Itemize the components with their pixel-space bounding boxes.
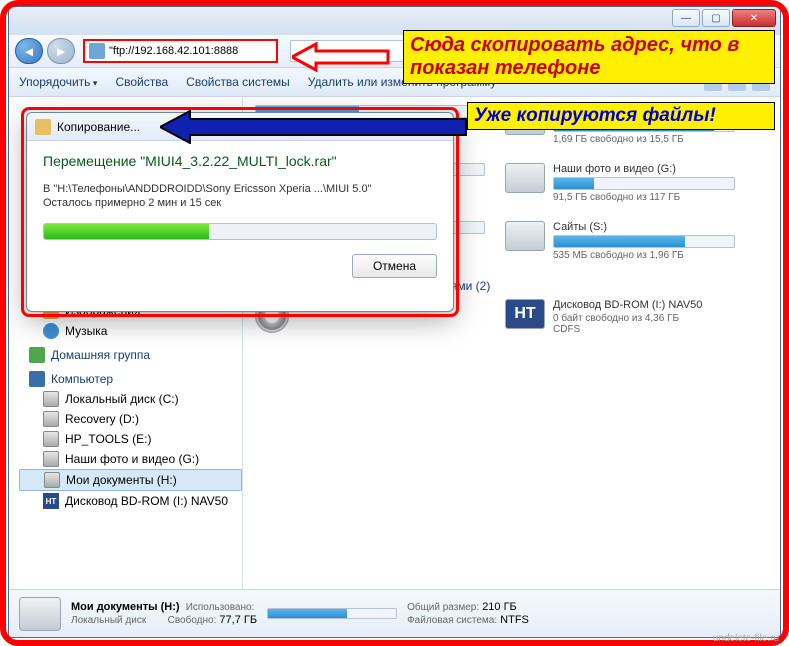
status-name: Мои документы (H:) xyxy=(71,601,180,613)
cancel-button[interactable]: Отмена xyxy=(352,254,437,278)
music-icon xyxy=(43,323,59,339)
properties-button[interactable]: Свойства xyxy=(115,75,168,89)
sidebar-item-label: Музыка xyxy=(65,324,107,338)
watermark: undelete-file.ru xyxy=(713,633,779,644)
status-type: Локальный диск xyxy=(71,615,146,626)
status-usage-bar xyxy=(267,608,397,619)
sidebar-item-homegroup[interactable]: Домашняя группа xyxy=(19,345,242,365)
homegroup-icon xyxy=(29,347,45,363)
drive-photos[interactable]: Наши фото и видео (G:) 91,5 ГБ свободно … xyxy=(505,163,735,203)
copy-time: Осталось примерно 2 мин и 15 сек xyxy=(43,197,437,209)
close-button[interactable]: ✕ xyxy=(732,9,776,27)
drive-fs: CDFS xyxy=(553,324,735,335)
sidebar-item-local-c[interactable]: Локальный диск (C:) xyxy=(19,389,242,409)
drive-label: Наши фото и видео (G:) xyxy=(553,163,735,175)
annotation-copying: Уже копируются файлы! xyxy=(467,102,775,130)
bd-icon: HT xyxy=(505,299,545,329)
copy-heading: Перемещение "MIUI4_3.2.22_MULTI_lock.rar… xyxy=(43,153,437,169)
drive-bd[interactable]: HT Дисковод BD-ROM (I:) NAV50 0 байт сво… xyxy=(505,299,735,335)
sidebar-item-label: Мои документы (H:) xyxy=(66,473,177,487)
drive-label: Сайты (S:) xyxy=(553,221,735,233)
status-bar: Мои документы (H:) Использовано: Локальн… xyxy=(9,589,780,637)
sidebar-item-label: Наши фото и видео (G:) xyxy=(65,452,199,466)
annotation-address: Сюда скопировать адрес, что в показан те… xyxy=(403,30,775,84)
back-button[interactable]: ◄ xyxy=(15,38,43,64)
sidebar-item-label: Локальный диск (C:) xyxy=(65,392,179,406)
status-used-label: Использовано: xyxy=(186,602,255,613)
computer-icon xyxy=(29,371,45,387)
maximize-button[interactable]: ▢ xyxy=(702,9,730,27)
dialog-title: Копирование... xyxy=(57,120,140,134)
location-icon xyxy=(89,43,105,59)
forward-button[interactable]: ► xyxy=(47,38,75,64)
hdd-icon xyxy=(19,597,61,631)
minimize-button[interactable]: — xyxy=(672,9,700,27)
arrow-red-icon xyxy=(292,42,392,72)
disk-icon xyxy=(44,472,60,488)
disk-icon xyxy=(43,431,59,447)
status-total-label: Общий размер: xyxy=(407,602,479,613)
sidebar-item-label: Компьютер xyxy=(51,372,113,386)
sidebar-item-label: Recovery (D:) xyxy=(65,412,139,426)
status-fs-val: NTFS xyxy=(500,614,529,626)
status-free-label: Свободно: xyxy=(168,615,217,626)
sidebar-item-music[interactable]: Музыка xyxy=(19,321,242,341)
hdd-icon xyxy=(505,221,545,251)
status-total-val: 210 ГБ xyxy=(482,601,517,613)
drive-free: 0 байт свободно из 4,36 ГБ xyxy=(553,313,735,324)
bd-icon: HT xyxy=(43,493,59,509)
sidebar-item-recovery[interactable]: Recovery (D:) xyxy=(19,409,242,429)
disk-icon xyxy=(43,451,59,467)
hdd-icon xyxy=(505,163,545,193)
status-fs-label: Файловая система: xyxy=(407,615,497,626)
drive-label: Дисковод BD-ROM (I:) NAV50 xyxy=(553,299,735,311)
sidebar-item-bdrom[interactable]: HT Дисковод BD-ROM (I:) NAV50 xyxy=(19,491,242,511)
disk-icon xyxy=(43,411,59,427)
copy-path: В "H:\Телефоны\ANDDDROIDD\Sony Ericsson … xyxy=(43,183,437,195)
drive-free: 91,5 ГБ свободно из 117 ГБ xyxy=(553,192,735,203)
status-free-val: 77,7 ГБ xyxy=(219,614,257,626)
sidebar-item-label: HP_TOOLS (E:) xyxy=(65,432,151,446)
explorer-window: — ▢ ✕ ◄ ► Упорядочить Свойства Свойства … xyxy=(8,6,781,638)
sidebar-item-mydocs[interactable]: Мои документы (H:) xyxy=(19,469,242,491)
address-input[interactable] xyxy=(109,45,272,57)
drive-sites[interactable]: Сайты (S:) 535 МБ свободно из 1,96 ГБ xyxy=(505,221,735,261)
drive-free: 535 МБ свободно из 1,96 ГБ xyxy=(553,250,735,261)
organize-menu[interactable]: Упорядочить xyxy=(19,75,97,89)
system-properties-button[interactable]: Свойства системы xyxy=(186,75,290,89)
sidebar-item-label: Дисковод BD-ROM (I:) NAV50 xyxy=(65,494,228,508)
progress-bar xyxy=(43,223,437,240)
sidebar-item-label: Домашняя группа xyxy=(51,348,150,362)
sidebar-item-hptools[interactable]: HP_TOOLS (E:) xyxy=(19,429,242,449)
sidebar-item-computer[interactable]: Компьютер xyxy=(19,369,242,389)
arrow-blue-icon xyxy=(160,110,470,144)
sidebar-item-photos[interactable]: Наши фото и видео (G:) xyxy=(19,449,242,469)
disk-icon xyxy=(43,391,59,407)
address-bar[interactable] xyxy=(83,39,278,63)
drive-free: 1,69 ГБ свободно из 15,5 ГБ xyxy=(553,134,735,145)
copy-icon xyxy=(35,119,51,135)
